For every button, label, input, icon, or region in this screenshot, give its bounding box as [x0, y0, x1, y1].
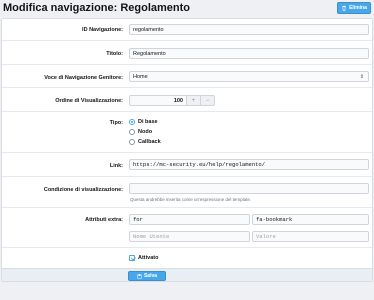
radio-selected-icon — [129, 119, 135, 125]
extra-name-input-empty[interactable]: Nome Utente — [129, 231, 250, 242]
link-label: Link: — [109, 163, 123, 169]
order-increment-button[interactable]: + — [187, 95, 201, 106]
delete-label: Elimina — [349, 5, 367, 11]
divider — [2, 64, 372, 65]
divider — [2, 247, 372, 248]
divider — [2, 176, 372, 177]
divider — [2, 40, 372, 41]
type-option-label: Callback — [138, 139, 161, 145]
form-panel: ID Navigazione: regolamento Titolo: Rego… — [1, 18, 373, 282]
parent-label: Voce di Navigazione Genitore: — [44, 75, 123, 81]
order-decrement-button[interactable]: − — [201, 95, 215, 106]
type-option-label: Di base — [138, 119, 158, 125]
condition-label: Condizione di visualizzazione: — [43, 187, 123, 193]
trash-icon — [342, 5, 346, 11]
condition-hint: Questa andrebbe inserita come un'espress… — [130, 197, 252, 202]
divider — [2, 111, 372, 112]
radio-icon — [129, 139, 135, 145]
save-button[interactable]: Salva — [128, 271, 166, 281]
parent-select[interactable]: Home ⇕ — [129, 71, 369, 82]
type-radio-node[interactable]: Nodo — [129, 129, 152, 135]
condition-input[interactable] — [129, 183, 369, 194]
extra-name-input[interactable]: for — [129, 214, 250, 225]
extra-value-input[interactable]: fa-bookmark — [252, 214, 369, 225]
delete-button[interactable]: Elimina — [337, 2, 371, 14]
type-option-label: Nodo — [138, 129, 153, 135]
id-label: ID Navigazione: — [82, 27, 123, 33]
chevron-updown-icon: ⇕ — [359, 74, 364, 80]
save-label: Salva — [143, 273, 158, 279]
type-radio-callback[interactable]: Callback — [129, 139, 161, 145]
radio-icon — [129, 129, 135, 135]
type-label: Tipo: — [109, 120, 123, 126]
title-label: Titolo: — [106, 51, 123, 57]
order-input[interactable]: 100 — [129, 95, 187, 106]
active-label: Attivato — [138, 255, 159, 261]
page-header: Modifica navigazione: Regolamento Elimin… — [0, 0, 374, 17]
type-radio-base[interactable]: Di base — [129, 119, 158, 125]
page-title: Modifica navigazione: Regolamento — [3, 2, 191, 14]
parent-select-value: Home — [133, 73, 148, 80]
title-input[interactable]: Regolamento — [129, 48, 369, 59]
checkbox-checked-icon — [129, 255, 135, 261]
divider — [2, 152, 372, 153]
id-input[interactable]: regolamento — [129, 24, 369, 35]
save-icon — [137, 273, 142, 279]
divider — [2, 207, 372, 208]
extra-attributes-label: Attributi extra: — [85, 217, 123, 223]
order-label: Ordine di Visualizzazione: — [55, 98, 123, 104]
extra-value-input-empty[interactable]: Valore — [252, 231, 369, 242]
form-footer: Salva — [2, 268, 372, 281]
divider — [2, 87, 372, 88]
active-checkbox[interactable]: Attivato — [129, 255, 158, 261]
link-input[interactable]: https://mc-security.eu/help/regolamento/ — [129, 159, 369, 170]
